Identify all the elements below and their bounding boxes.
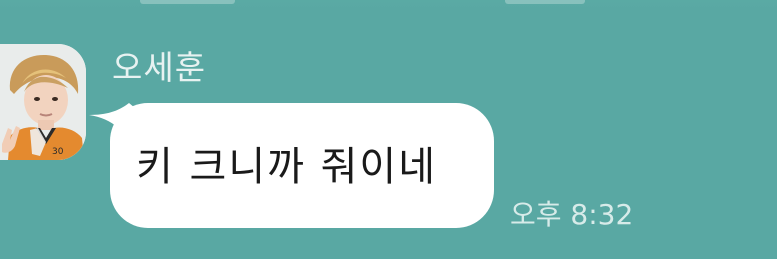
message-timestamp: 오후 8:32 xyxy=(510,198,634,231)
profile-photo-icon: 30 xyxy=(0,44,86,160)
svg-text:30: 30 xyxy=(52,147,64,157)
message-text: 키 크니까 줘이네 xyxy=(136,144,438,190)
chat-message-row: 30 오세훈 키 크니까 줘이네 오후 8:32 xyxy=(0,0,777,259)
sender-name: 오세훈 xyxy=(112,48,207,87)
sender-avatar[interactable]: 30 xyxy=(0,44,86,160)
